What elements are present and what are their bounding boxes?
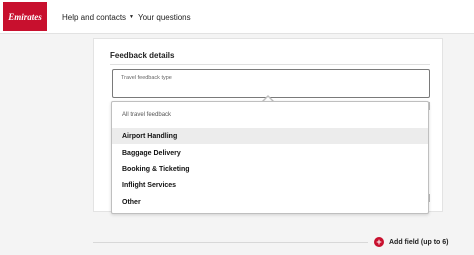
option-inflight-services[interactable]: Inflight Services xyxy=(112,177,428,193)
select-label: Travel feedback type xyxy=(121,75,172,81)
option-label: Airport Handling xyxy=(122,132,178,140)
feedback-type-dropdown: All travel feedback Airport Handling Bag… xyxy=(111,101,429,214)
add-field-label: Add field (up to 6) xyxy=(389,238,449,246)
emirates-logo[interactable]: Emirates xyxy=(3,2,47,31)
option-airport-handling[interactable]: Airport Handling xyxy=(112,128,428,144)
travel-feedback-type-select[interactable]: Travel feedback type xyxy=(112,69,430,98)
nav-your-questions[interactable]: Your questions xyxy=(138,0,191,34)
option-baggage-delivery[interactable]: Baggage Delivery xyxy=(112,145,428,161)
option-label: Other xyxy=(122,198,141,206)
option-label: Inflight Services xyxy=(122,181,177,189)
nav-help-label: Help and contacts xyxy=(62,12,127,22)
option-other[interactable]: Other xyxy=(112,194,428,210)
top-navigation-bar: Emirates Help and contacts ▼ Your questi… xyxy=(0,0,474,34)
footer-divider xyxy=(93,242,368,243)
section-divider xyxy=(110,64,430,65)
option-label: Baggage Delivery xyxy=(122,149,181,157)
dropdown-header: All travel feedback xyxy=(122,112,172,118)
section-title: Feedback details xyxy=(110,51,175,60)
plus-circle-icon: + xyxy=(374,237,384,247)
add-field-button[interactable]: + Add field (up to 6) xyxy=(374,236,449,248)
option-label: Booking & Ticketing xyxy=(122,165,190,173)
caret-down-icon: ▼ xyxy=(129,14,134,20)
nav-help-and-contacts[interactable]: Help and contacts ▼ xyxy=(62,0,134,34)
option-booking-ticketing[interactable]: Booking & Ticketing xyxy=(112,161,428,177)
nav-questions-label: Your questions xyxy=(138,12,191,22)
logo-text: Emirates xyxy=(8,11,42,22)
